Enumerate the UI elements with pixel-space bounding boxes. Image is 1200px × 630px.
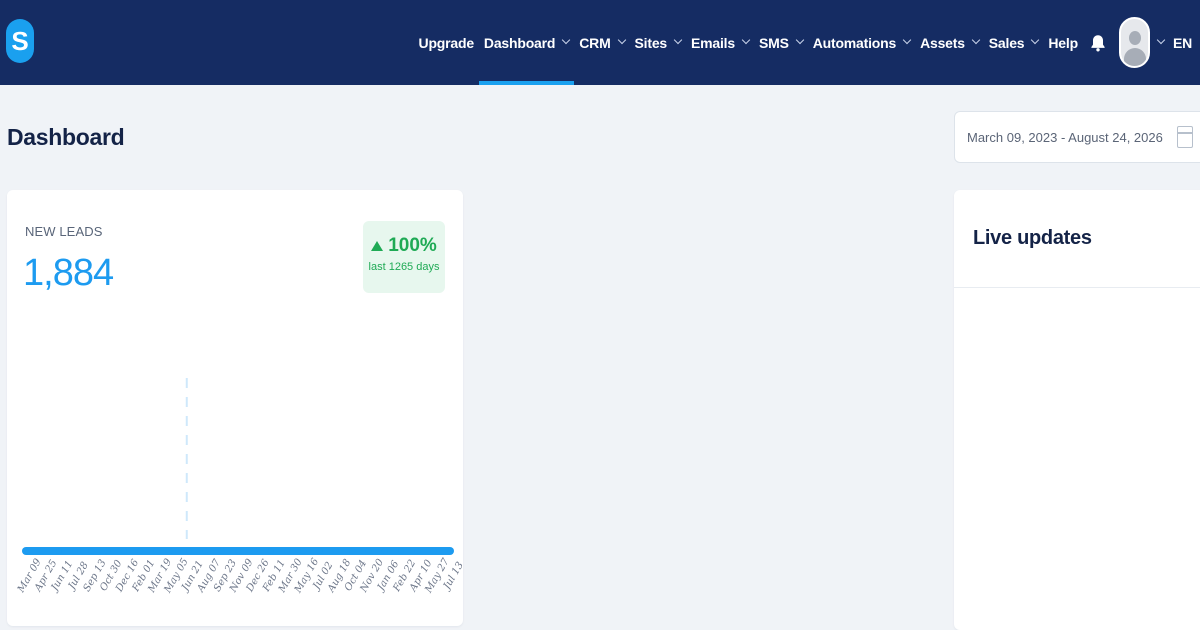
chart-point <box>430 548 437 554</box>
nav-item-crm[interactable]: CRM <box>574 0 629 85</box>
nav-item-sales[interactable]: Sales <box>984 0 1044 85</box>
new-leads-chart: Mar 09Apr 25Jun 11Jul 28Sep 13Oct 30Dec … <box>15 378 463 596</box>
chart-point <box>283 548 290 554</box>
chart-point <box>251 548 258 554</box>
chevron-down-icon <box>562 35 571 45</box>
chart-point <box>365 548 372 554</box>
nav-item-label: SMS <box>758 34 789 51</box>
user-menu[interactable] <box>1113 0 1168 85</box>
live-updates-card: Live updates <box>954 190 1200 630</box>
chart-point <box>23 548 29 554</box>
chart-point <box>332 548 339 554</box>
nav-item-label: Sales <box>988 34 1025 51</box>
nav-item-label: Emails <box>691 34 735 51</box>
live-updates-title: Live updates <box>973 227 1092 249</box>
language-selector[interactable]: EN <box>1168 0 1200 85</box>
chart-point <box>120 548 127 554</box>
chart-point <box>153 548 160 554</box>
notifications-button[interactable] <box>1083 0 1113 85</box>
nav-item-sms[interactable]: SMS <box>754 0 808 85</box>
nav-item-assets[interactable]: Assets <box>915 0 984 85</box>
trend-percent-row: 100% <box>363 235 445 257</box>
chevron-down-icon <box>673 35 683 45</box>
chart-point <box>381 548 388 554</box>
avatar <box>1118 17 1150 68</box>
chart-point <box>398 548 405 554</box>
page-title: Dashboard <box>7 124 125 150</box>
chevron-down-icon <box>741 35 751 45</box>
nav-item-dashboard[interactable]: Dashboard <box>478 0 575 85</box>
nav-item-help[interactable]: Help <box>1043 0 1083 85</box>
date-range-picker[interactable]: March 09, 2023 - August 24, 2026 <box>954 111 1200 163</box>
nav-item-label: Help <box>1048 34 1078 51</box>
chart-point <box>414 548 421 554</box>
chart-point <box>218 548 225 554</box>
chart-point <box>447 548 453 554</box>
language-label: EN <box>1172 34 1192 51</box>
new-leads-card: NEW LEADS 1,884 100% last 1265 days Mar … <box>7 190 463 626</box>
chart-point <box>300 548 307 554</box>
chart-point <box>39 548 46 554</box>
chart-point <box>88 548 95 554</box>
calendar-icon <box>1177 126 1193 148</box>
top-nav-bar: S Upgrade Dashboard CRM Sites Emails SMS… <box>0 0 1200 85</box>
nav-item-emails[interactable]: Emails <box>686 0 754 85</box>
nav-item-label: CRM <box>579 34 611 51</box>
chevron-down-icon <box>971 35 981 45</box>
chevron-down-icon <box>617 35 626 45</box>
divider <box>954 287 1200 288</box>
chart-point <box>104 548 111 554</box>
nav-item-automations[interactable]: Automations <box>808 0 915 85</box>
nav-item-label: Assets <box>920 34 965 51</box>
bell-icon <box>1091 34 1105 51</box>
nav-item-label: Automations <box>812 34 897 51</box>
trend-period: last 1265 days <box>368 261 440 273</box>
chart-point <box>71 548 78 554</box>
chart-point <box>55 548 62 554</box>
nav-item-label: Upgrade <box>418 34 475 51</box>
nav-item-label: Sites <box>634 34 668 51</box>
trend-badge: 100% last 1265 days <box>363 221 445 293</box>
chart-point <box>186 548 193 554</box>
chevron-down-icon <box>795 35 804 45</box>
chevron-down-icon <box>1156 35 1166 45</box>
chevron-down-icon <box>1031 35 1040 45</box>
chart-point <box>202 548 209 554</box>
app-logo-letter: S <box>11 25 29 56</box>
avatar-head-shape <box>1128 31 1141 45</box>
chart-point <box>169 548 176 554</box>
nav-item-upgrade[interactable]: Upgrade <box>414 0 479 85</box>
main-nav: Upgrade Dashboard CRM Sites Emails SMS A… <box>414 0 1200 85</box>
nav-item-sites[interactable]: Sites <box>630 0 686 85</box>
chart-point <box>235 548 241 554</box>
chart-point <box>316 548 323 554</box>
arrow-up-icon <box>371 241 384 251</box>
chart-point <box>267 548 274 554</box>
nav-item-label: Dashboard <box>483 34 556 51</box>
new-leads-value: 1,884 <box>23 252 114 294</box>
app-logo[interactable]: S <box>6 19 34 63</box>
chevron-down-icon <box>902 35 912 45</box>
chart-point <box>349 548 356 554</box>
chart-point <box>137 548 144 554</box>
trend-percent: 100% <box>388 235 437 256</box>
new-leads-label: NEW LEADS <box>25 224 103 239</box>
date-range-value: March 09, 2023 - August 24, 2026 <box>967 129 1163 145</box>
avatar-body-shape <box>1123 48 1146 66</box>
